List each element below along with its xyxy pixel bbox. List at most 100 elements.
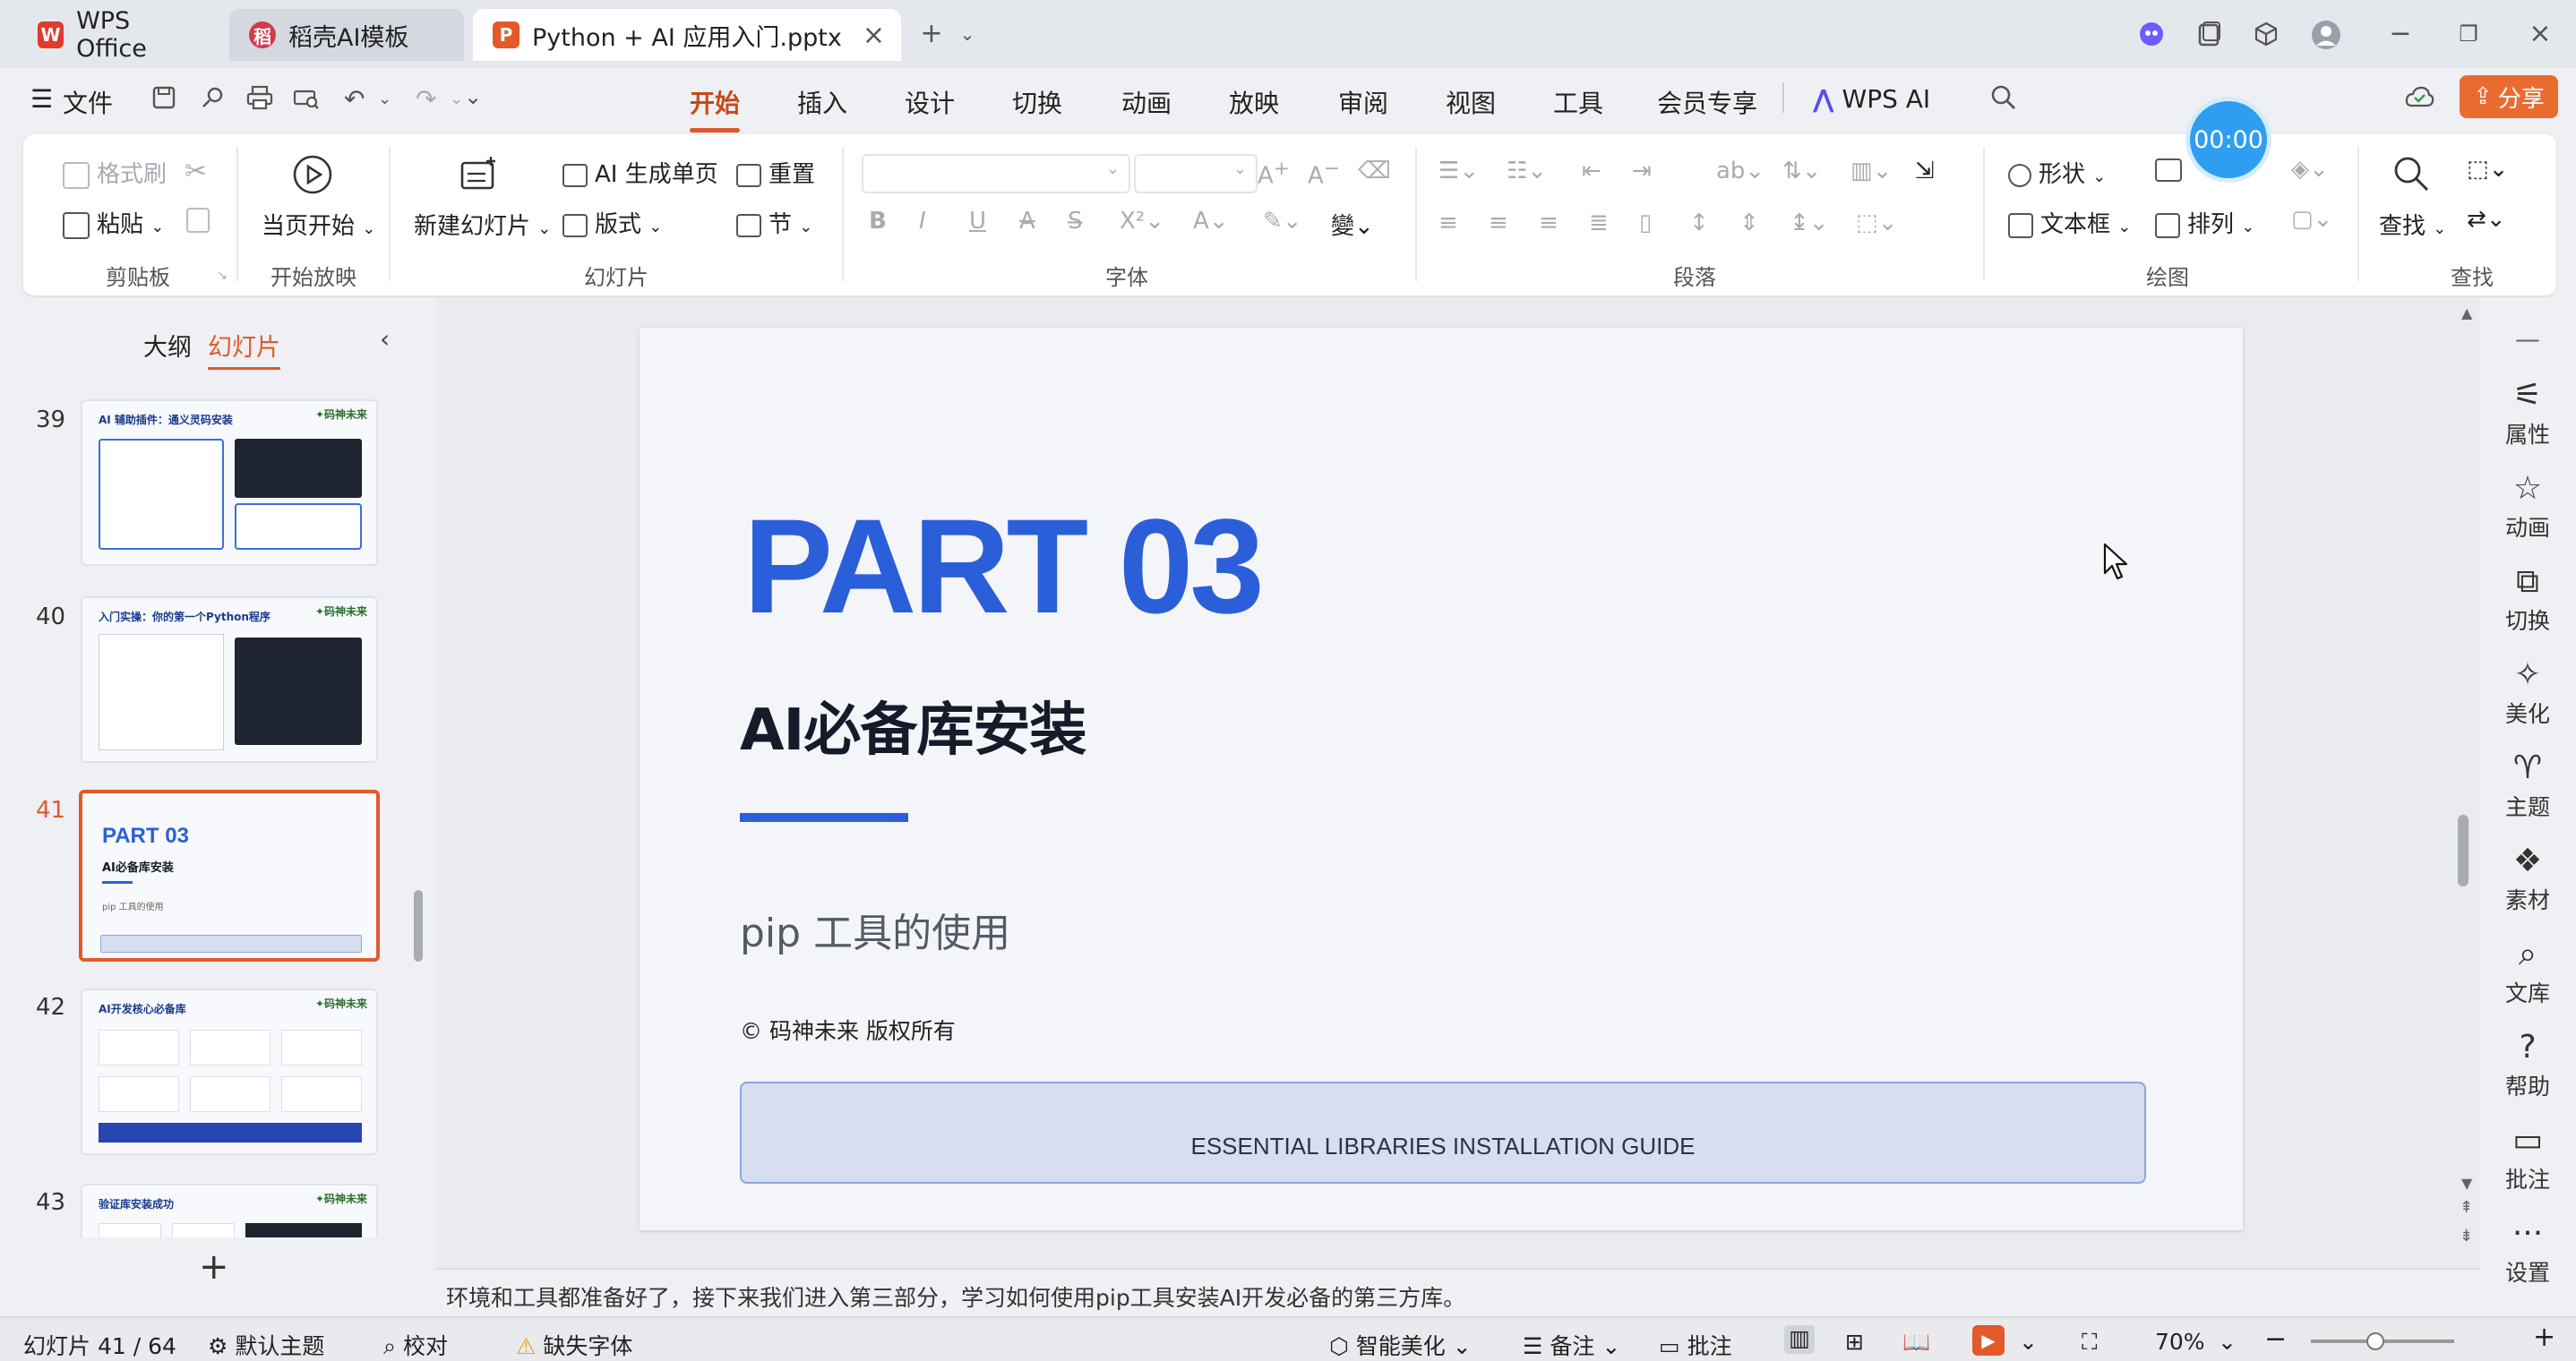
cloud-sync-icon[interactable] bbox=[2404, 84, 2434, 109]
undo-chevron-icon[interactable]: ⌄ bbox=[378, 90, 391, 108]
find-search-icon[interactable] bbox=[2391, 154, 2431, 193]
normal-view-icon[interactable]: ▥ bbox=[1784, 1325, 1815, 1354]
highlight-icon[interactable]: ✎⌄ bbox=[1263, 208, 1302, 235]
bold-icon[interactable]: B bbox=[869, 208, 887, 235]
slide-thumbnail-43[interactable]: 验证库安装成功 ✦码神未来 bbox=[81, 1184, 378, 1237]
strikethrough-s-icon[interactable]: S̶ bbox=[1068, 208, 1083, 235]
strikethrough-icon[interactable]: A bbox=[1019, 208, 1035, 235]
close-tab-icon[interactable]: × bbox=[863, 20, 885, 51]
slide-title[interactable]: AI必备库安装 bbox=[740, 684, 1086, 766]
tab-pptx[interactable]: P Python + AI 应用入门.pptx × bbox=[473, 9, 901, 61]
tab-slides[interactable]: 幻灯片 bbox=[208, 328, 280, 370]
paragraph-spacing-icon[interactable]: ⇕ bbox=[1739, 210, 1759, 236]
cube-icon[interactable] bbox=[2252, 20, 2280, 48]
ai-assistant-icon[interactable] bbox=[2137, 20, 2166, 48]
save-icon[interactable] bbox=[150, 84, 177, 111]
slide-thumbnail-41[interactable]: PART 03 AI必备库安装 pip 工具的使用 bbox=[79, 790, 380, 962]
sidebar-item-settings[interactable]: ··· 设置 bbox=[2479, 1214, 2576, 1288]
menu-view[interactable]: 视图 bbox=[1446, 84, 1496, 120]
menu-design[interactable]: 设计 bbox=[905, 84, 955, 120]
align-center-icon[interactable]: ≡ bbox=[1489, 210, 1508, 236]
zoom-chevron-icon[interactable]: ⌄ bbox=[2218, 1329, 2237, 1355]
justify-icon[interactable]: ≣ bbox=[1589, 210, 1609, 236]
notes-toggle[interactable]: ☰ 备注 ⌄ bbox=[1523, 1329, 1620, 1361]
menu-insert[interactable]: 插入 bbox=[797, 84, 847, 120]
textbox-button[interactable]: 文本框 ⌄ bbox=[2008, 206, 2131, 239]
outline-icon[interactable]: ▢⌄ bbox=[2291, 206, 2332, 233]
missing-font-status[interactable]: ⚠ 缺失字体 bbox=[516, 1329, 632, 1361]
window-layout-icon[interactable] bbox=[2194, 20, 2223, 48]
font-family-select[interactable]: ⌄ bbox=[862, 154, 1130, 193]
menu-animation[interactable]: 动画 bbox=[1121, 84, 1172, 120]
scroll-down-icon[interactable]: ▼ bbox=[2461, 1175, 2472, 1192]
theme-status[interactable]: ⚙ 默认主题 bbox=[208, 1329, 324, 1361]
menu-file[interactable]: 文件 bbox=[63, 84, 113, 120]
italic-icon[interactable]: I bbox=[919, 208, 926, 235]
numbered-list-icon[interactable]: ☷⌄ bbox=[1507, 158, 1547, 184]
line-spacing-icon[interactable]: ↕ bbox=[1689, 210, 1709, 236]
sort-icon[interactable]: ⇅⌄ bbox=[1782, 158, 1822, 184]
copy-icon[interactable] bbox=[186, 206, 217, 233]
columns-icon[interactable]: ▥⌄ bbox=[1850, 158, 1892, 184]
slide-thumbnail-42[interactable]: AI开发核心必备库 ✦码神未来 bbox=[81, 989, 378, 1155]
restore-icon[interactable]: ❐ bbox=[2454, 20, 2483, 48]
fit-window-icon[interactable]: ⛶ bbox=[2082, 1329, 2098, 1356]
section-button[interactable]: 节 ⌄ bbox=[736, 206, 812, 239]
slide-accent-bar[interactable] bbox=[740, 813, 908, 822]
bullet-list-icon[interactable]: ☰⌄ bbox=[1438, 158, 1479, 184]
comments-toggle[interactable]: ▭ 批注 bbox=[1659, 1329, 1732, 1361]
zoom-slider-handle[interactable] bbox=[2366, 1332, 2384, 1350]
tab-docer-ai[interactable]: 稻 稻壳AI模板 bbox=[229, 9, 464, 61]
close-window-icon[interactable]: × bbox=[2526, 20, 2555, 48]
format-painter-button[interactable]: 格式刷 bbox=[63, 156, 167, 189]
sidebar-item-transition[interactable]: ⧉ 切换 bbox=[2479, 562, 2576, 636]
arrange-button[interactable]: 排列 ⌄ bbox=[2155, 206, 2254, 239]
menu-home[interactable]: 开始 bbox=[690, 84, 741, 133]
redo-icon[interactable]: ↷ bbox=[416, 84, 436, 114]
smart-beautify-button[interactable]: ⬡ 智能美化 ⌄ bbox=[1329, 1329, 1472, 1361]
timer-badge[interactable]: 00:00 bbox=[2185, 97, 2271, 183]
sidebar-item-help[interactable]: ? 帮助 bbox=[2479, 1028, 2576, 1101]
proof-status[interactable]: ⌕ 校对 bbox=[383, 1329, 448, 1361]
decrease-font-icon[interactable]: A− bbox=[1308, 158, 1340, 190]
menu-tools[interactable]: 工具 bbox=[1553, 84, 1603, 120]
zoom-out-icon[interactable]: − bbox=[2264, 1323, 2287, 1355]
notes-text[interactable]: 环境和工具都准备好了，接下来我们进入第三部分，学习如何使用pip工具安装AI开发… bbox=[446, 1280, 1465, 1313]
slide-copyright[interactable]: © 码神未来 版权所有 bbox=[740, 1014, 956, 1046]
more-chevron-icon[interactable]: ⌄ bbox=[464, 84, 482, 109]
paste-button[interactable]: 粘贴 ⌄ bbox=[63, 206, 164, 239]
tab-outline[interactable]: 大纲 bbox=[143, 328, 192, 363]
share-button[interactable]: ⇪ 分享 bbox=[2460, 75, 2558, 118]
print-preview-icon[interactable] bbox=[292, 84, 321, 111]
underline-icon[interactable]: U bbox=[969, 208, 986, 235]
align-left-icon[interactable]: ≡ bbox=[1438, 210, 1458, 236]
reading-view-icon[interactable]: 📖 bbox=[1902, 1329, 1930, 1356]
shape-button[interactable]: 形状 ⌄ bbox=[2008, 156, 2106, 189]
slide-part-heading[interactable]: PART 03 bbox=[743, 489, 1265, 644]
wps-ai-button[interactable]: ⋀ WPS AI bbox=[1813, 84, 1930, 114]
spacing-chevron-icon[interactable]: ↨⌄ bbox=[1790, 210, 1829, 236]
scroll-up-icon[interactable]: ▲ bbox=[2461, 304, 2472, 321]
menu-transition[interactable]: 切换 bbox=[1012, 84, 1062, 120]
text-align-vertical-icon[interactable]: ⬚⌄ bbox=[1856, 210, 1897, 236]
play-slideshow-icon[interactable]: ▶ bbox=[1972, 1325, 2005, 1356]
slide-subtitle[interactable]: pip 工具的使用 bbox=[740, 901, 1010, 958]
canvas-scrollbar[interactable] bbox=[2458, 815, 2469, 886]
minimize-icon[interactable]: − bbox=[2386, 20, 2415, 48]
fill-icon[interactable]: ◈⌄ bbox=[2291, 156, 2329, 183]
collapse-panel-icon[interactable]: ‹ bbox=[380, 324, 390, 354]
align-right-icon[interactable]: ≡ bbox=[1539, 210, 1558, 236]
clear-format-icon[interactable]: ⌫ bbox=[1358, 158, 1391, 184]
notes-pane[interactable]: 环境和工具都准备好了，接下来我们进入第三部分，学习如何使用pip工具安装AI开发… bbox=[435, 1268, 2479, 1316]
sidebar-item-properties[interactable]: ⚟ 属性 bbox=[2479, 376, 2576, 449]
panel-scrollbar[interactable] bbox=[414, 890, 423, 962]
print-icon[interactable] bbox=[245, 84, 274, 111]
text-direction-icon[interactable]: ab⌄ bbox=[1716, 158, 1765, 184]
menu-review[interactable]: 审阅 bbox=[1338, 84, 1388, 120]
slide-41[interactable]: PART 03 AI必备库安装 pip 工具的使用 © 码神未来 版权所有 ES… bbox=[640, 328, 2243, 1230]
start-current-button[interactable]: 当页开始 ⌄ bbox=[262, 208, 375, 241]
add-slide-icon[interactable]: + bbox=[199, 1246, 229, 1288]
increase-font-icon[interactable]: A+ bbox=[1258, 158, 1290, 190]
menu-slideshow[interactable]: 放映 bbox=[1229, 84, 1279, 120]
reset-button[interactable]: 重置 bbox=[736, 156, 815, 189]
